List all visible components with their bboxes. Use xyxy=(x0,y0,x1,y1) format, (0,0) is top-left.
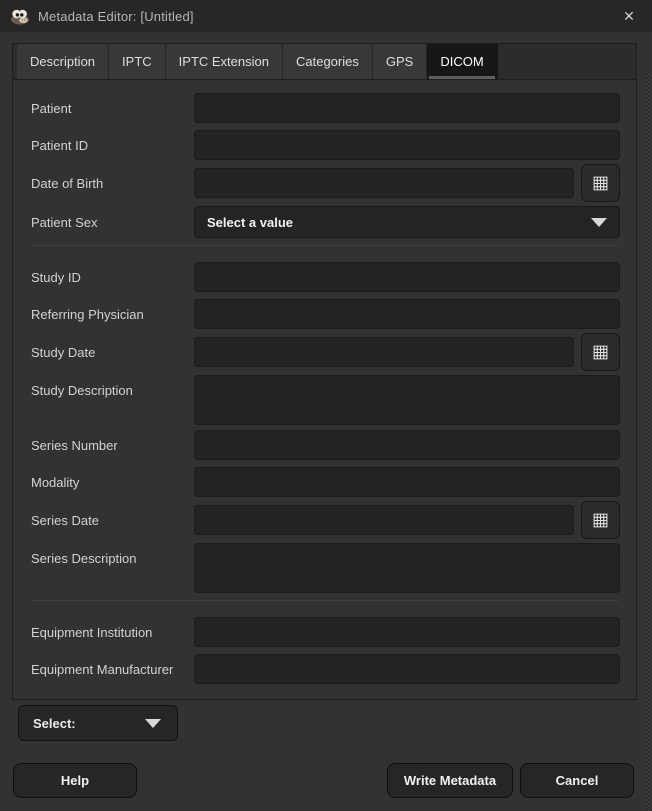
patient-sex-combobox[interactable]: Select a value xyxy=(194,206,620,238)
study-date-calendar-button[interactable] xyxy=(581,333,620,371)
calendar-grid-icon xyxy=(592,512,609,529)
study-id-row: Study ID xyxy=(31,262,620,292)
dicom-form-panel: Patient Patient ID Date of Birth xyxy=(13,80,636,684)
patient-id-label: Patient ID xyxy=(31,138,194,153)
tab-gps[interactable]: GPS xyxy=(373,44,427,79)
close-icon[interactable]: ✕ xyxy=(616,3,642,29)
series-date-control xyxy=(194,504,620,536)
chevron-down-icon xyxy=(145,719,161,728)
referring-physician-row: Referring Physician xyxy=(31,299,620,329)
series-number-label: Series Number xyxy=(31,438,194,453)
calendar-grid-icon xyxy=(592,344,609,361)
modality-label: Modality xyxy=(31,475,194,490)
modality-input[interactable] xyxy=(194,467,620,497)
series-date-label: Series Date xyxy=(31,513,194,528)
titlebar: Metadata Editor: [Untitled] ✕ xyxy=(0,0,652,32)
series-date-row: Series Date xyxy=(31,504,620,536)
study-description-row: Study Description xyxy=(31,375,620,425)
patient-sex-value: Select a value xyxy=(207,215,293,230)
patient-label: Patient xyxy=(31,101,194,116)
date-of-birth-input[interactable] xyxy=(194,168,574,198)
help-button[interactable]: Help xyxy=(13,763,137,798)
equipment-manufacturer-label: Equipment Manufacturer xyxy=(31,662,194,677)
cancel-button[interactable]: Cancel xyxy=(520,763,634,798)
tab-categories[interactable]: Categories xyxy=(283,44,373,79)
series-description-textarea[interactable] xyxy=(194,543,620,593)
study-description-textarea[interactable] xyxy=(194,375,620,425)
study-id-input[interactable] xyxy=(194,262,620,292)
equipment-manufacturer-row: Equipment Manufacturer xyxy=(31,654,620,684)
equipment-manufacturer-input[interactable] xyxy=(194,654,620,684)
referring-physician-input[interactable] xyxy=(194,299,620,329)
section-separator xyxy=(31,245,618,246)
series-number-input[interactable] xyxy=(194,430,620,460)
metadata-notebook: Description IPTC IPTC Extension Categori… xyxy=(12,43,637,700)
chevron-down-icon xyxy=(591,218,607,227)
patient-id-row: Patient ID xyxy=(31,130,620,160)
select-dropdown-label: Select: xyxy=(33,716,76,731)
equipment-institution-row: Equipment Institution xyxy=(31,617,620,647)
series-date-input[interactable] xyxy=(194,505,574,535)
tab-iptc[interactable]: IPTC xyxy=(109,44,166,79)
study-date-label: Study Date xyxy=(31,345,194,360)
section-separator xyxy=(31,600,618,601)
referring-physician-label: Referring Physician xyxy=(31,307,194,322)
series-date-calendar-button[interactable] xyxy=(581,501,620,539)
study-date-control xyxy=(194,336,620,368)
select-dropdown[interactable]: Select: xyxy=(18,705,178,741)
gimp-wilber-icon xyxy=(10,8,30,25)
patient-input[interactable] xyxy=(194,93,620,123)
tab-strip: Description IPTC IPTC Extension Categori… xyxy=(13,44,636,80)
series-description-row: Series Description xyxy=(31,543,620,593)
modality-row: Modality xyxy=(31,467,620,497)
study-date-row: Study Date xyxy=(31,336,620,368)
tab-iptc-extension[interactable]: IPTC Extension xyxy=(166,44,283,79)
date-of-birth-calendar-button[interactable] xyxy=(581,164,620,202)
patient-sex-label: Patient Sex xyxy=(31,215,194,230)
study-date-input[interactable] xyxy=(194,337,574,367)
study-id-label: Study ID xyxy=(31,270,194,285)
right-edge-scrollbar[interactable] xyxy=(646,73,652,811)
tab-description[interactable]: Description xyxy=(17,44,109,79)
window-title: Metadata Editor: [Untitled] xyxy=(38,9,194,24)
series-description-label: Series Description xyxy=(31,551,194,566)
calendar-grid-icon xyxy=(592,175,609,192)
metadata-editor-window: Metadata Editor: [Untitled] ✕ Descriptio… xyxy=(0,0,652,32)
tab-dicom[interactable]: DICOM xyxy=(427,44,497,79)
date-of-birth-control xyxy=(194,167,620,199)
patient-sex-row: Patient Sex Select a value xyxy=(31,206,620,238)
series-number-row: Series Number xyxy=(31,430,620,460)
write-metadata-button[interactable]: Write Metadata xyxy=(387,763,513,798)
equipment-institution-input[interactable] xyxy=(194,617,620,647)
date-of-birth-label: Date of Birth xyxy=(31,176,194,191)
patient-row: Patient xyxy=(31,93,620,123)
study-description-label: Study Description xyxy=(31,383,194,398)
patient-id-input[interactable] xyxy=(194,130,620,160)
equipment-institution-label: Equipment Institution xyxy=(31,625,194,640)
date-of-birth-row: Date of Birth xyxy=(31,167,620,199)
